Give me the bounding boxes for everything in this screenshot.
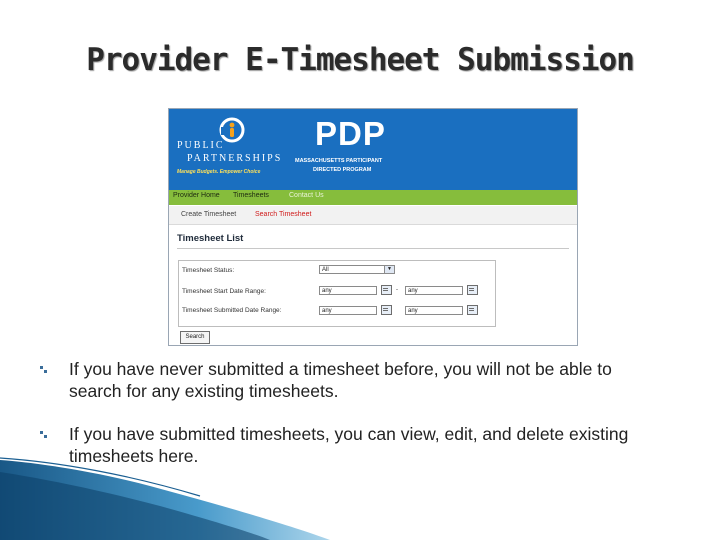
heading-divider (177, 248, 569, 249)
timesheet-list-heading: Timesheet List (177, 233, 244, 244)
program-subtitle-line1: MASSACHUSETTS PARTICIPANT (295, 158, 383, 164)
app-screenshot: PUBLIC PARTNERSHIPS Manage Budgets. Empo… (168, 108, 578, 346)
start-date-to-input[interactable]: any (405, 286, 463, 295)
range-dash: - (396, 287, 398, 293)
status-select[interactable]: All ▼ (319, 265, 395, 274)
nav-provider-home[interactable]: Provider Home (173, 192, 220, 199)
calendar-icon[interactable] (381, 305, 392, 315)
nav-timesheets[interactable]: Timesheets (233, 192, 269, 199)
chevron-down-icon[interactable]: ▼ (384, 266, 394, 273)
subnav-create-timesheet[interactable]: Create Timesheet (181, 211, 236, 218)
bullet-icon (40, 431, 48, 439)
main-nav: Provider Home Timesheets Contact Us (169, 190, 577, 205)
submitted-date-from-input[interactable]: any (319, 306, 377, 315)
status-select-value: All (322, 267, 329, 273)
bullet-icon (40, 366, 48, 374)
bullet-text: If you have submitted timesheets, you ca… (69, 424, 629, 466)
logo-text-public: PUBLIC (177, 140, 225, 151)
nav-contact-us[interactable]: Contact Us (289, 192, 324, 199)
submitted-date-label: Timesheet Submitted Date Range: (182, 307, 282, 314)
logo-text-partnerships: PARTNERSHIPS (187, 153, 283, 164)
program-subtitle-line2: DIRECTED PROGRAM (313, 167, 372, 173)
program-title: PDP (315, 115, 386, 152)
status-label: Timesheet Status: (182, 267, 235, 274)
calendar-icon[interactable] (467, 305, 478, 315)
subnav-search-timesheet[interactable]: Search Timesheet (255, 211, 311, 218)
search-filters: Timesheet Status: All ▼ Timesheet Start … (178, 260, 496, 327)
sub-nav: Create Timesheet Search Timesheet (169, 206, 577, 225)
submitted-date-to-input[interactable]: any (405, 306, 463, 315)
logo-tagline: Manage Budgets. Empower Choice (177, 169, 261, 175)
search-button[interactable]: Search (180, 331, 210, 344)
start-date-from-input[interactable]: any (319, 286, 377, 295)
slide-title: Provider E-Timesheet Submission (86, 42, 635, 78)
calendar-icon[interactable] (381, 285, 392, 295)
start-date-label: Timesheet Start Date Range: (182, 288, 266, 295)
calendar-icon[interactable] (467, 285, 478, 295)
bullet-text: If you have never submitted a timesheet … (69, 359, 612, 401)
app-header: PUBLIC PARTNERSHIPS Manage Budgets. Empo… (169, 109, 577, 190)
